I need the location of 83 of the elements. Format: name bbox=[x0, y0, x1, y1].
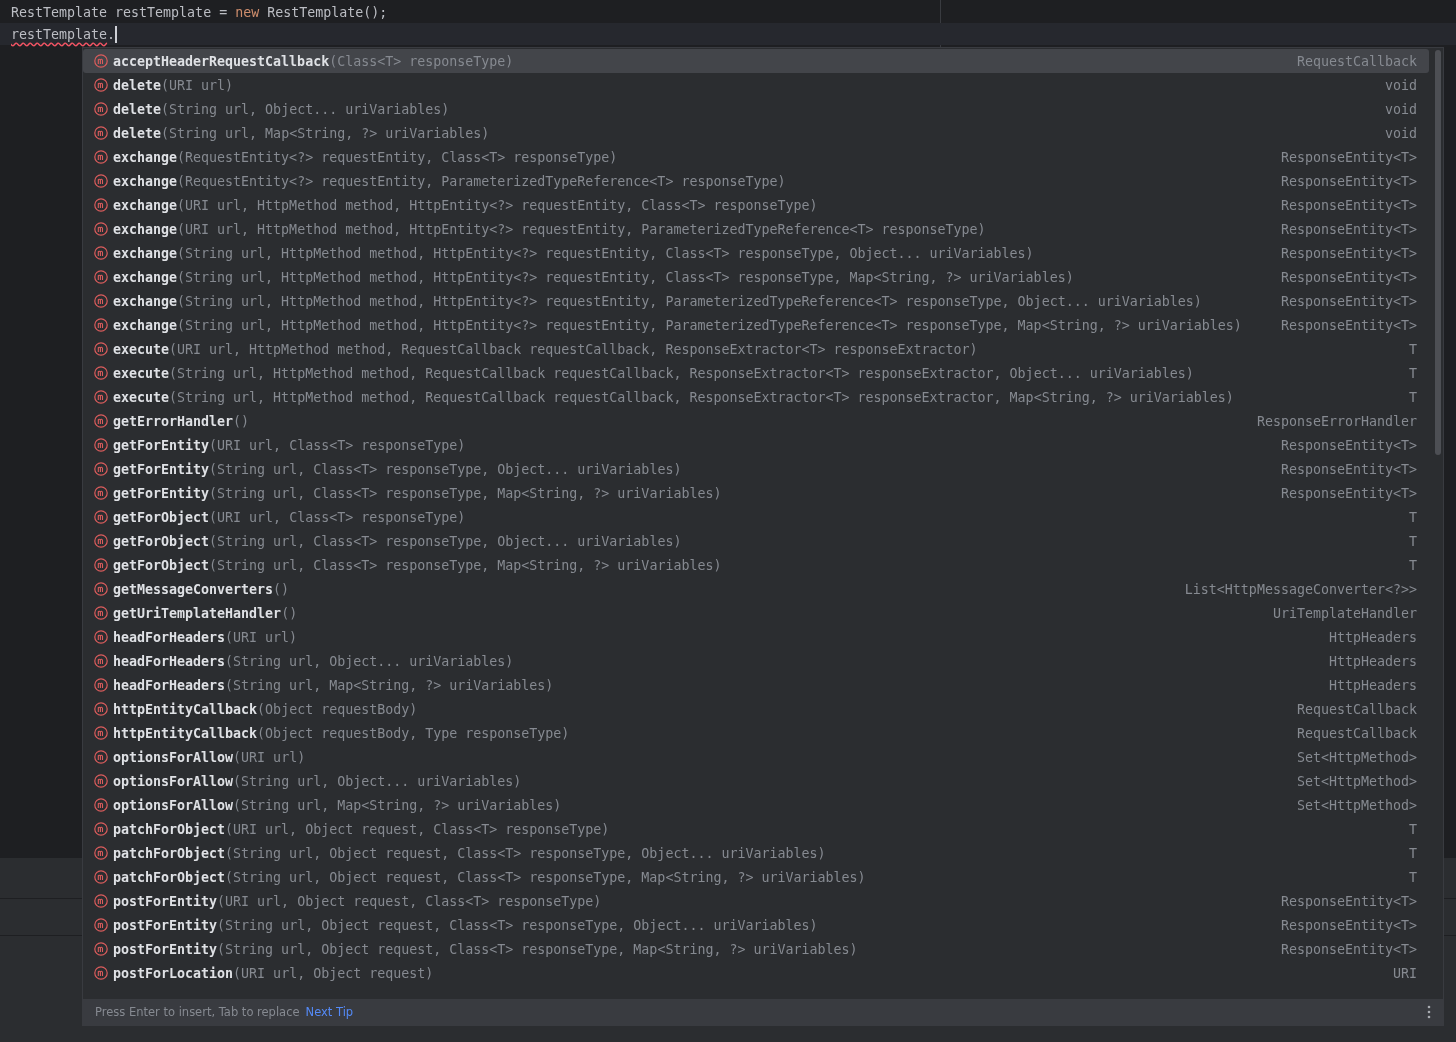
completion-item[interactable]: execute(String url, HttpMethod method, RequestCallback requestCallback, ResponseExtractor<T> responseExtractor, Object... uriVariables) T bbox=[83, 361, 1429, 385]
method-icon bbox=[94, 270, 108, 284]
completion-item[interactable]: optionsForAllow(String url, Map<String, ?> uriVariables) Set<HttpMethod> bbox=[83, 793, 1429, 817]
hint-text: Press Enter to insert, Tab to replace bbox=[95, 1005, 300, 1019]
method-icon bbox=[94, 726, 108, 740]
completion-item[interactable]: getForObject(String url, Class<T> responseType, Object... uriVariables) T bbox=[83, 529, 1429, 553]
method-icon bbox=[94, 582, 108, 596]
method-icon bbox=[94, 126, 108, 140]
completion-item[interactable]: httpEntityCallback(Object requestBody, Type responseType) RequestCallback bbox=[83, 721, 1429, 745]
completion-item[interactable]: patchForObject(String url, Object request, Class<T> responseType, Map<String, ?> uriVariables) T bbox=[83, 865, 1429, 889]
method-icon bbox=[94, 798, 108, 812]
method-icon bbox=[94, 966, 108, 980]
completion-item[interactable]: optionsForAllow(String url, Object... uriVariables) Set<HttpMethod> bbox=[83, 769, 1429, 793]
completion-item[interactable]: postForLocation(URI url, Object request) URI bbox=[83, 961, 1429, 985]
method-icon bbox=[94, 222, 108, 236]
method-icon bbox=[94, 78, 108, 92]
completion-item[interactable]: exchange(String url, HttpMethod method, HttpEntity<?> requestEntity, Class<T> responseType, Object... uriVariables) ResponseEntity<T> bbox=[83, 241, 1429, 265]
code-line: RestTemplate restTemplate = new RestTemplate(); bbox=[10, 3, 389, 22]
method-icon bbox=[94, 894, 108, 908]
method-icon bbox=[94, 294, 108, 308]
completion-item[interactable]: execute(URI url, HttpMethod method, RequestCallback requestCallback, ResponseExtractor<T> responseExtractor) T bbox=[83, 337, 1429, 361]
method-icon bbox=[94, 54, 108, 68]
method-icon bbox=[94, 486, 108, 500]
completion-item[interactable]: execute(String url, HttpMethod method, RequestCallback requestCallback, ResponseExtractor<T> responseExtractor, Map<String, ?> uriVariables) T bbox=[83, 385, 1429, 409]
method-icon bbox=[94, 102, 108, 116]
method-icon bbox=[94, 606, 108, 620]
method-icon bbox=[94, 846, 108, 860]
text-cursor bbox=[115, 25, 118, 43]
completion-item[interactable]: acceptHeaderRequestCallback(Class<T> responseType) RequestCallback bbox=[83, 49, 1429, 73]
completion-item[interactable]: getForEntity(String url, Class<T> responseType, Map<String, ?> uriVariables) ResponseEntity<T> bbox=[83, 481, 1429, 505]
completion-item[interactable]: getErrorHandler() ResponseErrorHandler bbox=[83, 409, 1429, 433]
method-icon bbox=[94, 198, 108, 212]
method-icon bbox=[94, 318, 108, 332]
completion-item[interactable]: postForEntity(String url, Object request, Class<T> responseType, Map<String, ?> uriVariables) ResponseEntity<T> bbox=[83, 937, 1429, 961]
completion-item[interactable]: getForObject(URI url, Class<T> responseType) T bbox=[83, 505, 1429, 529]
more-icon[interactable] bbox=[1427, 1005, 1431, 1019]
method-icon bbox=[94, 366, 108, 380]
method-icon bbox=[94, 462, 108, 476]
completion-item[interactable]: patchForObject(URI url, Object request, Class<T> responseType) T bbox=[83, 817, 1429, 841]
completion-item[interactable]: postForEntity(URI url, Object request, Class<T> responseType) ResponseEntity<T> bbox=[83, 889, 1429, 913]
method-icon bbox=[94, 942, 108, 956]
method-icon bbox=[94, 510, 108, 524]
completion-item[interactable]: headForHeaders(String url, Map<String, ?> uriVariables) HttpHeaders bbox=[83, 673, 1429, 697]
method-icon bbox=[94, 438, 108, 452]
method-icon bbox=[94, 750, 108, 764]
completion-item[interactable]: exchange(RequestEntity<?> requestEntity, ParameterizedTypeReference<T> responseType) ResponseEntity<T> bbox=[83, 169, 1429, 193]
completion-item[interactable]: exchange(String url, HttpMethod method, HttpEntity<?> requestEntity, ParameterizedTypeReference<T> responseType, Map<String, ?> uriVariables) ResponseEntity<T> bbox=[83, 313, 1429, 337]
method-icon bbox=[94, 414, 108, 428]
method-icon bbox=[94, 390, 108, 404]
completion-item[interactable]: headForHeaders(String url, Object... uriVariables) HttpHeaders bbox=[83, 649, 1429, 673]
completion-item[interactable]: getUriTemplateHandler() UriTemplateHandler bbox=[83, 601, 1429, 625]
completion-item[interactable]: exchange(String url, HttpMethod method, HttpEntity<?> requestEntity, ParameterizedTypeReference<T> responseType, Object... uriVariables) ResponseEntity<T> bbox=[83, 289, 1429, 313]
completion-item[interactable]: delete(String url, Map<String, ?> uriVariables) void bbox=[83, 121, 1429, 145]
completion-item[interactable]: delete(URI url) void bbox=[83, 73, 1429, 97]
method-icon bbox=[94, 678, 108, 692]
completion-item[interactable]: httpEntityCallback(Object requestBody) RequestCallback bbox=[83, 697, 1429, 721]
method-icon bbox=[94, 534, 108, 548]
method-icon bbox=[94, 822, 108, 836]
completion-item[interactable]: exchange(URI url, HttpMethod method, HttpEntity<?> requestEntity, Class<T> responseType) ResponseEntity<T> bbox=[83, 193, 1429, 217]
method-icon bbox=[94, 246, 108, 260]
completion-item[interactable]: getForEntity(URI url, Class<T> responseType) ResponseEntity<T> bbox=[83, 433, 1429, 457]
method-icon bbox=[94, 630, 108, 644]
completion-item[interactable]: exchange(String url, HttpMethod method, HttpEntity<?> requestEntity, Class<T> responseType, Map<String, ?> uriVariables) ResponseEntity<T> bbox=[83, 265, 1429, 289]
completion-item[interactable]: getForEntity(String url, Class<T> responseType, Object... uriVariables) ResponseEntity<T> bbox=[83, 457, 1429, 481]
completion-item[interactable]: postForEntity(String url, Object request, Class<T> responseType, Object... uriVariables) ResponseEntity<T> bbox=[83, 913, 1429, 937]
completion-item[interactable]: delete(String url, Object... uriVariables) void bbox=[83, 97, 1429, 121]
method-icon bbox=[94, 918, 108, 932]
completion-item[interactable]: exchange(URI url, HttpMethod method, HttpEntity<?> requestEntity, ParameterizedTypeReference<T> responseType) ResponseEntity<T> bbox=[83, 217, 1429, 241]
method-icon bbox=[94, 774, 108, 788]
method-icon bbox=[94, 150, 108, 164]
method-icon bbox=[94, 558, 108, 572]
completion-item[interactable]: patchForObject(String url, Object request, Class<T> responseType, Object... uriVariables) T bbox=[83, 841, 1429, 865]
completion-item[interactable]: getMessageConverters() List<HttpMessageConverter<?>> bbox=[83, 577, 1429, 601]
scrollbar[interactable] bbox=[1435, 50, 1441, 455]
completion-item[interactable]: getForObject(String url, Class<T> responseType, Map<String, ?> uriVariables) T bbox=[83, 553, 1429, 577]
method-icon bbox=[94, 654, 108, 668]
method-icon bbox=[94, 174, 108, 188]
method-icon bbox=[94, 870, 108, 884]
method-icon bbox=[94, 702, 108, 716]
completion-item[interactable]: exchange(RequestEntity<?> requestEntity, Class<T> responseType) ResponseEntity<T> bbox=[83, 145, 1429, 169]
method-icon bbox=[94, 342, 108, 356]
completion-item[interactable]: optionsForAllow(URI url) Set<HttpMethod> bbox=[83, 745, 1429, 769]
completion-item[interactable]: headForHeaders(URI url) HttpHeaders bbox=[83, 625, 1429, 649]
